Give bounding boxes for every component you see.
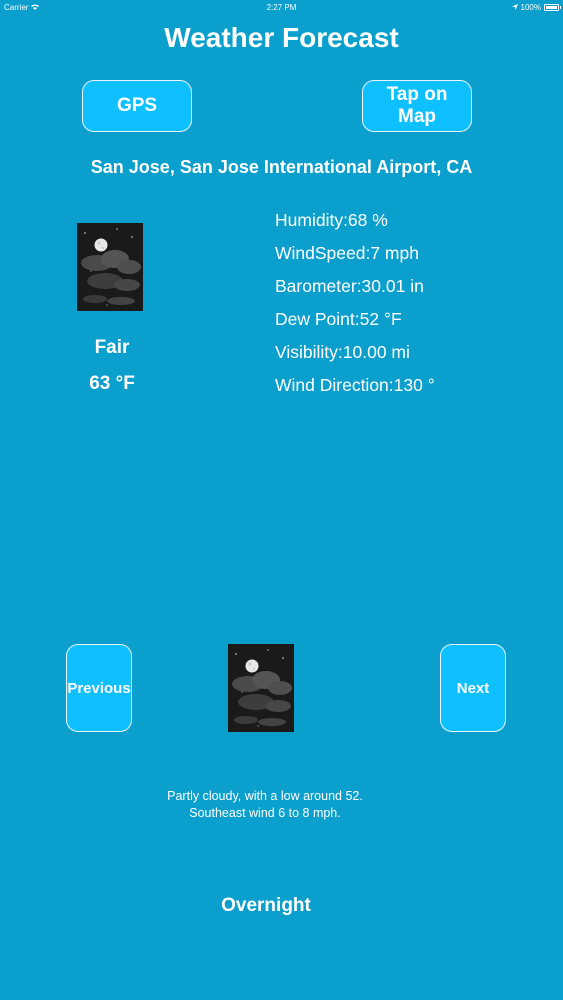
location-arrow-icon bbox=[511, 3, 518, 12]
visibility-label: Visibility:10.00 mi bbox=[275, 342, 410, 362]
page-title: Weather Forecast bbox=[164, 22, 399, 53]
humidity-label: Humidity:68 % bbox=[275, 210, 388, 230]
previous-button[interactable]: Previous bbox=[66, 644, 132, 732]
barometer-label: Barometer:30.01 in bbox=[275, 276, 424, 296]
wind-speed-label: WindSpeed:7 mph bbox=[275, 243, 419, 263]
location-label: San Jose, San Jose International Airport… bbox=[90, 157, 473, 177]
weather-details: Humidity:68 % WindSpeed:7 mph Barometer:… bbox=[275, 209, 435, 407]
forecast-period: Overnight bbox=[221, 895, 311, 916]
status-right: 100% bbox=[511, 3, 561, 12]
night-partly-cloudy-icon bbox=[77, 223, 143, 311]
condition-label: Fair bbox=[94, 337, 130, 358]
gps-button[interactable]: GPS bbox=[82, 80, 192, 132]
forecast-text-line2: Southeast wind 6 to 8 mph. bbox=[189, 806, 341, 820]
battery-icon bbox=[544, 4, 561, 11]
status-bar: Carrier 2:27 PM 100% bbox=[0, 0, 563, 14]
battery-percent: 100% bbox=[520, 3, 541, 12]
next-button[interactable]: Next bbox=[440, 644, 506, 732]
status-time: 2:27 PM bbox=[266, 3, 297, 12]
wind-direction-label: Wind Direction:130 ° bbox=[275, 375, 435, 395]
temperature-label: 63 °F bbox=[89, 373, 135, 394]
dew-point-label: Dew Point:52 °F bbox=[275, 309, 402, 329]
forecast-description: Partly cloudy, with a low around 52. Sou… bbox=[0, 788, 530, 822]
tap-on-map-button[interactable]: Tap on Map bbox=[362, 80, 472, 132]
night-partly-cloudy-icon bbox=[228, 644, 294, 732]
forecast-text-line1: Partly cloudy, with a low around 52. bbox=[167, 789, 363, 803]
